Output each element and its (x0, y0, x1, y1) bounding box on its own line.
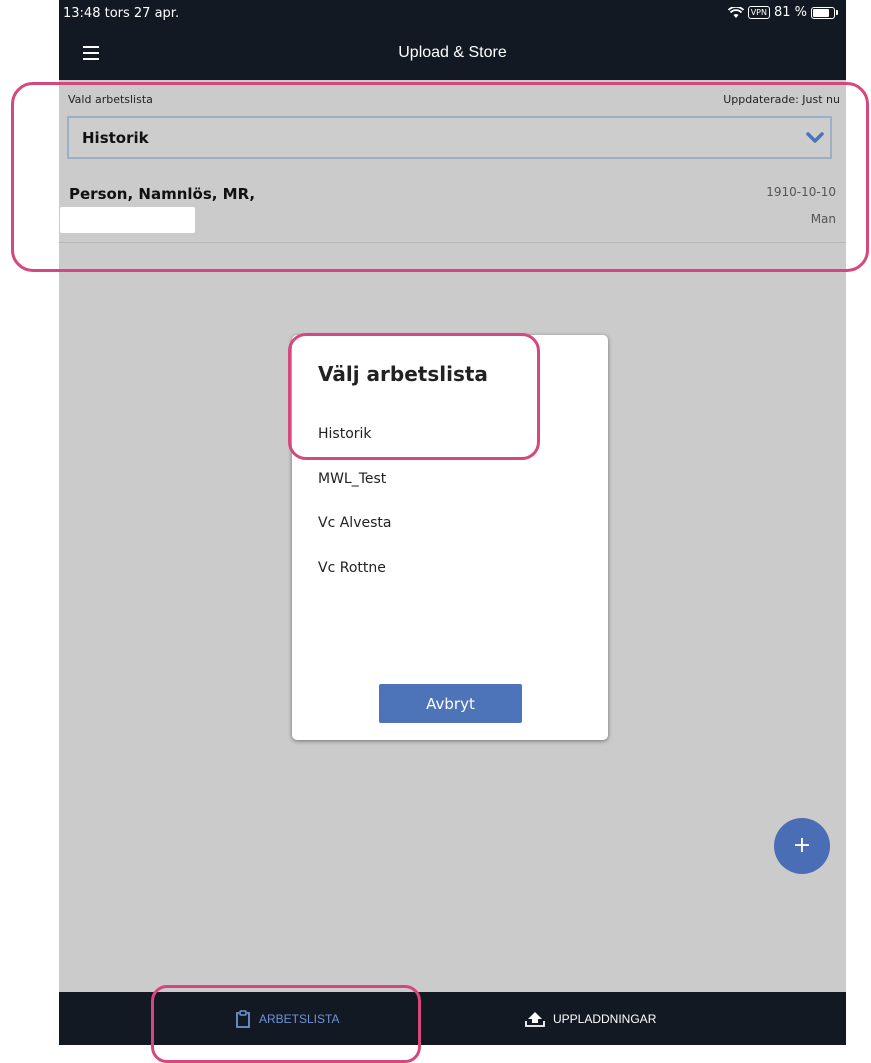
battery-icon (811, 6, 835, 19)
top-bar: 13:48 tors 27 apr. VPN 81 % Upload & Sto… (59, 0, 846, 80)
worklist-selected-value: Historik (82, 129, 149, 147)
tab-worklist[interactable]: ARBETSLISTA (235, 992, 339, 1045)
patient-gender: Man (810, 212, 836, 226)
dialog-title: Välj arbetslista (318, 362, 488, 386)
bottom-tab-bar: ARBETSLISTA UPPLADDNINGAR (59, 992, 846, 1045)
tab-uploads[interactable]: UPPLADDNINGAR (525, 992, 656, 1045)
add-button[interactable]: + (774, 818, 830, 874)
upload-icon (525, 1011, 545, 1027)
app-screen: 13:48 tors 27 apr. VPN 81 % Upload & Sto… (59, 0, 846, 1045)
patient-name: Person, Namnlös, MR, (69, 185, 256, 203)
dialog-option-vc-alvesta[interactable]: Vc Alvesta (318, 515, 391, 531)
worklist-select[interactable]: Historik (67, 116, 832, 159)
page-title: Upload & Store (398, 44, 507, 61)
status-time: 13:48 tors 27 apr. (63, 6, 180, 21)
dialog-option-historik[interactable]: Historik (318, 426, 372, 442)
cancel-button[interactable]: Avbryt (379, 684, 522, 723)
select-worklist-dialog: Välj arbetslista Historik MWL_Test Vc Al… (292, 335, 608, 740)
tab-worklist-label: ARBETSLISTA (259, 1011, 340, 1026)
tab-uploads-label: UPPLADDNINGAR (553, 1011, 657, 1026)
status-indicators: VPN 81 % (727, 5, 838, 20)
chevron-down-icon (806, 132, 824, 143)
vpn-badge: VPN (747, 6, 770, 19)
wifi-icon (727, 6, 744, 18)
divider (59, 242, 846, 243)
patient-birthdate: 1910-10-10 (766, 185, 836, 199)
clipboard-icon (236, 1009, 250, 1028)
battery-percent: 81 % (773, 5, 807, 20)
dialog-option-vc-rottne[interactable]: Vc Rottne (318, 560, 386, 576)
worklist-label: Vald arbetslista (68, 93, 153, 106)
redacted-field (60, 207, 195, 233)
dialog-option-mwl-test[interactable]: MWL_Test (318, 471, 386, 487)
battery-tip (836, 10, 838, 15)
updated-status: Uppdaterade: Just nu (723, 93, 840, 106)
